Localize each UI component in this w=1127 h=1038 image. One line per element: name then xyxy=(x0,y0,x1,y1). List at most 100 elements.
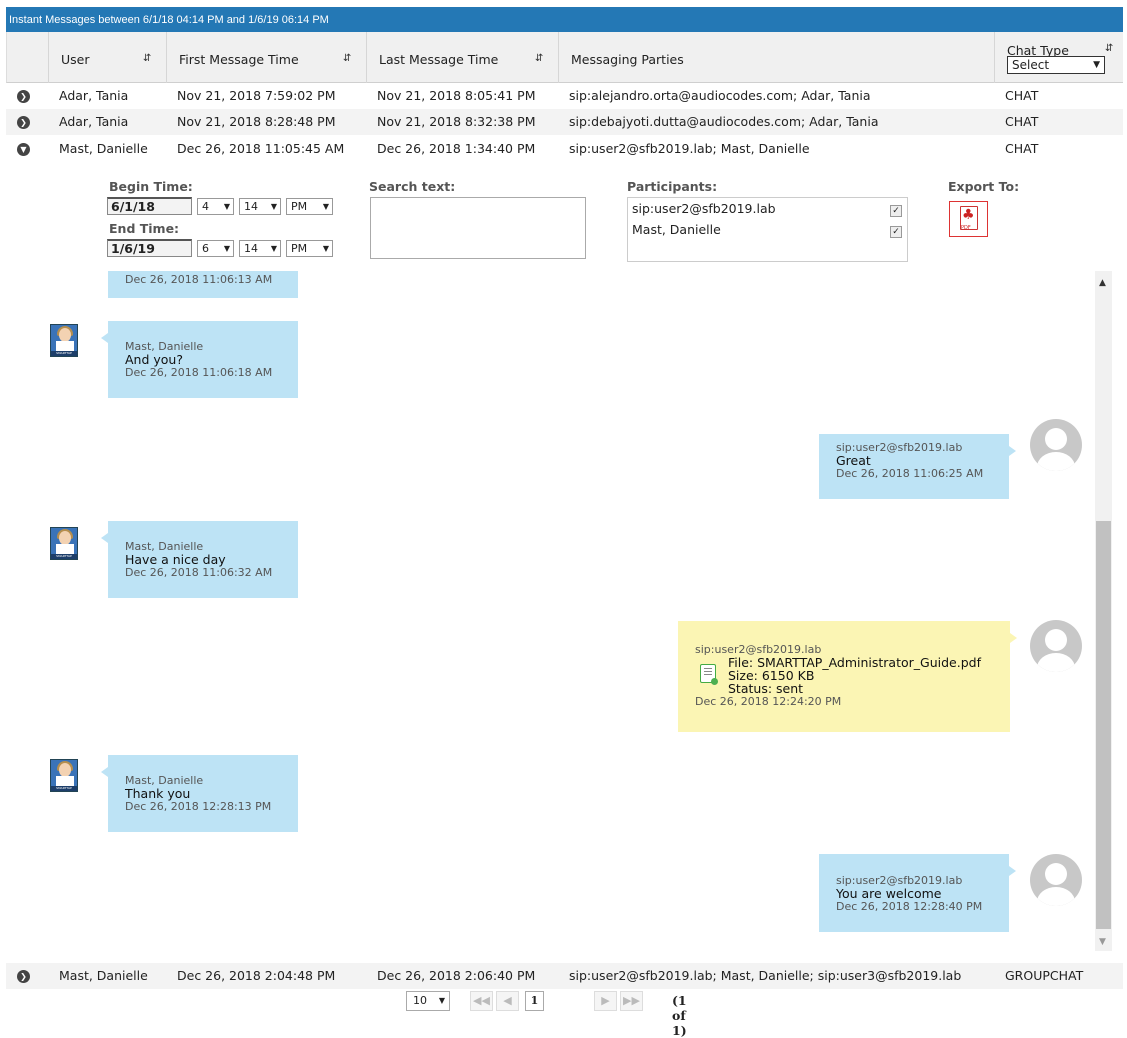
message-time: Dec 26, 2018 11:06:13 AM xyxy=(125,273,273,286)
table-row[interactable]: ❯ Adar, Tania Nov 21, 2018 8:28:48 PM No… xyxy=(6,109,1123,135)
message-text: Great xyxy=(836,453,871,468)
cell-first-time: Dec 26, 2018 11:05:45 AM xyxy=(177,141,345,156)
first-page-button[interactable]: ◀◀ xyxy=(470,991,493,1011)
table-row-expanded[interactable]: ▼ Mast, Danielle Dec 26, 2018 11:05:45 A… xyxy=(6,136,1123,162)
cell-last-time: Nov 21, 2018 8:05:41 PM xyxy=(377,88,536,103)
grid-title: Instant Messages between 6/1/18 04:14 PM… xyxy=(6,7,1123,32)
begin-minute-select[interactable]: 14 ▼ xyxy=(239,198,281,215)
participant-item: sip:user2@sfb2019.lab xyxy=(632,201,776,216)
end-ampm-select[interactable]: PM ▼ xyxy=(286,240,333,257)
last-page-button[interactable]: ▶▶ xyxy=(620,991,643,1011)
file-transfer-bubble: sip:user2@sfb2019.lab File: SMARTTAP_Adm… xyxy=(678,621,1017,732)
grid-header: User ⇵ First Message Time ⇵ Last Message T… xyxy=(6,32,1123,83)
col-chat-type[interactable]: Chat Type ⇵ Select ▼ xyxy=(994,32,1124,83)
conversation-filters: Begin Time: 6/1/18 4 ▼ 14 ▼ PM ▼ End Time: … xyxy=(6,170,1123,270)
message-bubble: Mast, Danielle Thank you Dec 26, 2018 12… xyxy=(101,755,298,832)
cell-chat-type: CHAT xyxy=(1005,141,1039,156)
dropdown-arrow-icon: ▼ xyxy=(322,244,329,253)
dropdown-arrow-icon: ▼ xyxy=(1093,60,1100,70)
cell-first-time: Dec 26, 2018 2:04:48 PM xyxy=(177,968,336,983)
message-bubble: Mast, Danielle Have a nice day Dec 26, 2… xyxy=(101,521,298,598)
next-page-icon: ▶ xyxy=(601,994,610,1007)
cell-parties: sip:user2@sfb2019.lab; Mast, Danielle; s… xyxy=(569,968,962,983)
conversation-panel[interactable]: Dec 26, 2018 11:06:13 AM SMARTTAP Mast, … xyxy=(6,271,1123,961)
sort-icon[interactable]: ⇵ xyxy=(535,54,543,64)
cell-chat-type: CHAT xyxy=(1005,114,1039,129)
sort-icon[interactable]: ⇵ xyxy=(343,54,351,64)
participants-label: Participants: xyxy=(627,179,718,194)
page-info: (1 of 1) xyxy=(672,993,687,1038)
scroll-up-icon[interactable]: ▲ xyxy=(1099,278,1106,288)
table-row[interactable]: ❯ Adar, Tania Nov 21, 2018 7:59:02 PM No… xyxy=(6,83,1123,109)
message-bubble: Dec 26, 2018 11:06:13 AM xyxy=(108,271,298,298)
col-parties[interactable]: Messaging Parties xyxy=(558,32,994,83)
expand-row-icon[interactable]: ❯ xyxy=(17,90,30,103)
message-text: And you? xyxy=(125,352,183,367)
participant-checkbox[interactable]: ✓ xyxy=(890,226,902,238)
begin-ampm-select[interactable]: PM ▼ xyxy=(286,198,333,215)
message-bubble: sip:user2@sfb2019.lab You are welcome De… xyxy=(819,854,1016,932)
col-last-label: Last Message Time xyxy=(379,52,499,67)
end-hour-value: 6 xyxy=(202,242,209,255)
end-date-input[interactable]: 1/6/19 xyxy=(107,239,192,257)
begin-date-input[interactable]: 6/1/18 xyxy=(107,197,192,215)
page-size-value: 10 xyxy=(413,994,427,1007)
search-text-input[interactable] xyxy=(370,197,586,259)
scroll-down-icon[interactable]: ▼ xyxy=(1099,937,1106,947)
message-time: Dec 26, 2018 11:06:32 AM xyxy=(125,566,273,579)
dropdown-arrow-icon: ▼ xyxy=(270,244,277,253)
end-hour-select[interactable]: 6 ▼ xyxy=(197,240,234,257)
scrollbar-thumb[interactable] xyxy=(1096,521,1111,929)
dropdown-arrow-icon: ▼ xyxy=(438,996,445,1005)
col-first-label: First Message Time xyxy=(179,52,299,67)
next-page-button[interactable]: ▶ xyxy=(594,991,617,1011)
participant-checkbox[interactable]: ✓ xyxy=(890,205,902,217)
col-parties-label: Messaging Parties xyxy=(571,52,684,67)
begin-hour-select[interactable]: 4 ▼ xyxy=(197,198,234,215)
pdf-symbol: ♣ xyxy=(962,207,975,223)
last-page-icon: ▶▶ xyxy=(623,994,640,1007)
table-row[interactable]: ❯ Mast, Danielle Dec 26, 2018 2:04:48 PM… xyxy=(6,963,1123,989)
file-status: Status: sent xyxy=(728,681,804,696)
cell-last-time: Dec 26, 2018 1:34:40 PM xyxy=(377,141,536,156)
col-first-time[interactable]: First Message Time ⇵ xyxy=(166,32,366,83)
page-number-button[interactable]: 1 xyxy=(525,991,544,1011)
user-avatar: SMARTTAP xyxy=(50,527,78,560)
avatar-band: SMARTTAP xyxy=(51,351,77,356)
message-bubble: Mast, Danielle And you? Dec 26, 2018 11:… xyxy=(101,321,298,398)
message-time: Dec 26, 2018 11:06:25 AM xyxy=(836,467,984,480)
cell-chat-type: CHAT xyxy=(1005,88,1039,103)
user-avatar-placeholder xyxy=(1030,419,1082,471)
user-avatar: SMARTTAP xyxy=(50,759,78,792)
end-minute-value: 14 xyxy=(244,242,258,255)
col-user[interactable]: User ⇵ xyxy=(48,32,166,83)
conversation-scrollbar[interactable]: ▲ ▼ xyxy=(1095,271,1112,951)
sort-icon[interactable]: ⇵ xyxy=(143,54,151,64)
dropdown-arrow-icon: ▼ xyxy=(322,202,329,211)
expand-row-icon[interactable]: ❯ xyxy=(17,116,30,129)
prev-page-button[interactable]: ◀ xyxy=(496,991,519,1011)
chat-type-select-value: Select xyxy=(1012,58,1050,72)
message-text: Thank you xyxy=(125,786,191,801)
export-pdf-button[interactable]: ♣ PDF xyxy=(949,201,988,237)
col-last-time[interactable]: Last Message Time ⇵ xyxy=(366,32,558,83)
participant-item: Mast, Danielle xyxy=(632,222,721,237)
expand-row-icon[interactable]: ❯ xyxy=(17,970,30,983)
page-size-select[interactable]: 10 ▼ xyxy=(406,991,450,1011)
begin-time-label: Begin Time: xyxy=(109,179,193,194)
cell-last-time: Nov 21, 2018 8:32:38 PM xyxy=(377,114,536,129)
cell-user: Adar, Tania xyxy=(59,114,129,129)
cell-user: Mast, Danielle xyxy=(59,968,148,983)
sort-icon[interactable]: ⇵ xyxy=(1105,44,1113,54)
collapse-row-icon[interactable]: ▼ xyxy=(17,143,30,156)
begin-ampm-value: PM xyxy=(291,200,308,213)
file-icon[interactable] xyxy=(700,664,718,685)
message-text: You are welcome xyxy=(836,886,942,901)
avatar-band: SMARTTAP xyxy=(51,554,77,559)
end-time-label: End Time: xyxy=(109,221,180,236)
end-minute-select[interactable]: 14 ▼ xyxy=(239,240,281,257)
chat-type-filter-select[interactable]: Select ▼ xyxy=(1007,56,1105,74)
begin-minute-value: 14 xyxy=(244,200,258,213)
user-avatar-placeholder xyxy=(1030,620,1082,672)
cell-user: Mast, Danielle xyxy=(59,141,148,156)
